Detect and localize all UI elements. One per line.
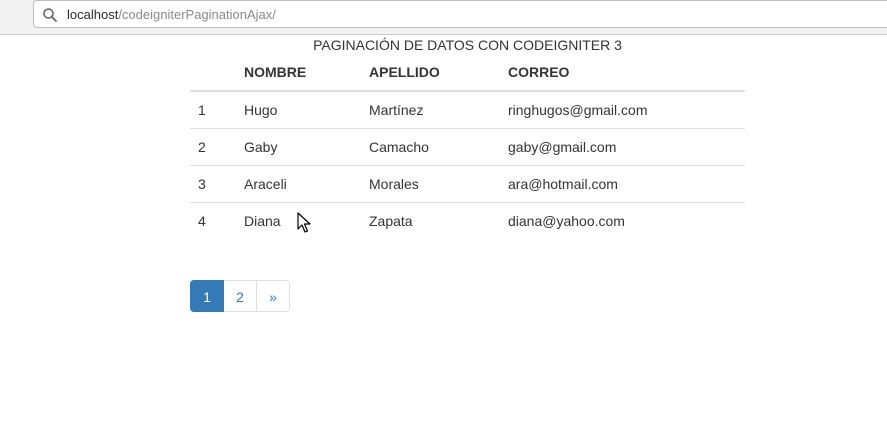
table-header-row: NOMBRE APELLIDO CORREO <box>190 54 745 92</box>
table-row: 3 Araceli Morales ara@hotmail.com <box>190 165 745 203</box>
cell-apellido: Martínez <box>369 102 424 118</box>
page-button-2[interactable]: 2 <box>223 280 257 312</box>
cell-correo: gaby@gmail.com <box>500 128 745 166</box>
url-host: localhost <box>67 7 119 22</box>
table-row: 4 Diana Zapata diana@yahoo.com <box>190 202 745 239</box>
cell-num: 2 <box>190 128 236 166</box>
table-row: 2 Gaby Camacho gaby@gmail.com <box>190 128 745 166</box>
page-title: PAGINACIÓN DE DATOS CON CODEIGNITER 3 <box>313 37 622 53</box>
address-bar[interactable]: localhost/codeigniterPaginationAjax/ <box>33 0 887 28</box>
cell-apellido: Zapata <box>361 202 500 239</box>
cell-nombre: Gaby <box>236 128 361 166</box>
header-correo: CORREO <box>500 54 745 92</box>
search-icon <box>43 8 57 22</box>
next-page-button[interactable]: » <box>256 280 290 312</box>
data-table: NOMBRE APELLIDO CORREO 1 Hugo Martínez r… <box>190 54 745 239</box>
url-text: localhost/codeigniterPaginationAjax/ <box>67 7 276 23</box>
cell-num: 3 <box>190 165 236 203</box>
browser-toolbar: localhost/codeigniterPaginationAjax/ <box>0 0 887 35</box>
cell-correo: ringhugos@gmail.com <box>508 102 648 118</box>
page-button-1[interactable]: 1 <box>190 280 224 312</box>
cell-num: 1 <box>198 102 206 118</box>
cell-apellido: Morales <box>361 165 500 203</box>
cell-correo: diana@yahoo.com <box>500 202 745 239</box>
cell-correo: ara@hotmail.com <box>500 165 745 203</box>
header-nombre: NOMBRE <box>236 54 361 92</box>
cell-nombre: Hugo <box>244 102 278 118</box>
table-row: 1 Hugo Martínez ringhugos@gmail.com <box>190 91 745 129</box>
cell-nombre: Araceli <box>236 165 361 203</box>
cell-num: 4 <box>190 202 236 239</box>
pagination: 1 2 » <box>190 280 290 312</box>
header-apellido: APELLIDO <box>361 54 500 92</box>
url-path: /codeigniterPaginationAjax/ <box>118 7 276 22</box>
header-num <box>190 54 236 92</box>
mouse-cursor-icon <box>297 212 311 233</box>
cell-apellido: Camacho <box>361 128 500 166</box>
